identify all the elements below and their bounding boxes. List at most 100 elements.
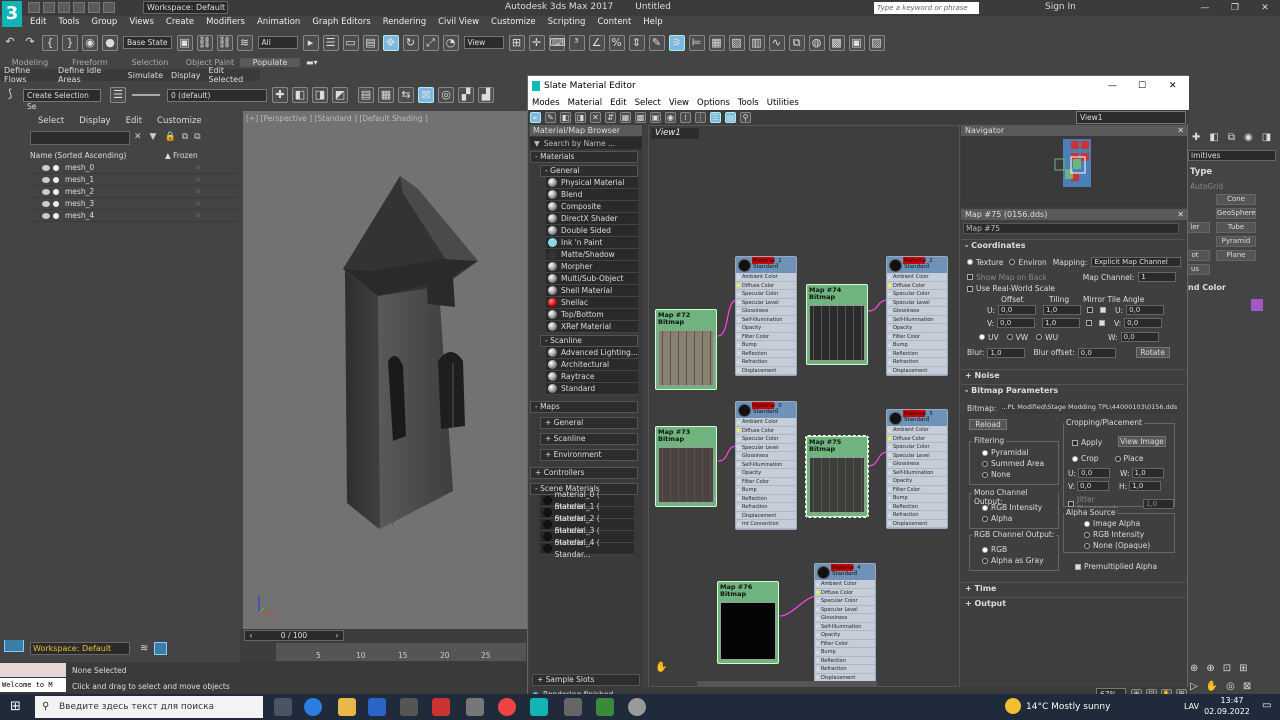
keyboard-shortcut-icon[interactable]: ⌨ [548,34,565,51]
hide-unused-icon[interactable]: ▦ [620,111,631,123]
material-editor-icon[interactable]: ◍ [808,34,825,51]
reload-button[interactable]: Reload [969,419,1007,430]
select-tool-icon[interactable]: ▸ [530,111,541,123]
list-item[interactable]: Advanced Lighting... [546,347,638,359]
table-row[interactable]: mesh_2 ✳ [30,186,238,198]
slate-menu-options[interactable]: Options [693,96,734,110]
slate-menu-edit[interactable]: Edit [606,96,630,110]
material-slot[interactable]: Diffuse Color [887,282,947,290]
weather-icon[interactable] [1005,698,1021,714]
render-setup-icon[interactable]: ▩ [828,34,845,51]
list-item[interactable]: Composite [546,201,638,213]
list-item[interactable]: Top/Bottom [546,309,638,321]
perspective-viewport[interactable] [243,111,527,629]
menu-scripting[interactable]: Scripting [542,16,592,29]
image-alpha-radio[interactable] [1084,520,1090,527]
notifications-icon[interactable]: ▭ [1262,700,1271,711]
slate-minimize-button[interactable]: — [1108,76,1117,96]
params-close-icon[interactable]: ✕ [1177,209,1184,220]
w-angle-spinner[interactable]: 0,0 [1120,332,1159,342]
material-slot[interactable]: Ambient Color [736,418,796,427]
layers-icon[interactable]: ≋ [140,643,148,654]
filter-icon[interactable]: ▼ [150,132,157,142]
show-background-icon[interactable]: ▣ [650,111,661,123]
minimize-button[interactable]: — [1190,0,1220,16]
mapping-dropdown[interactable]: Explicit Map Channel [1091,257,1182,267]
select-by-material-icon[interactable]: ⚲ [740,111,751,123]
rgb-radio[interactable] [982,546,988,553]
list-item[interactable]: material_4 ( Standar... [540,538,634,559]
alpha-radio[interactable] [982,515,988,522]
clock-time[interactable]: 13:47 [1212,696,1252,705]
save-file-icon[interactable] [58,2,70,13]
menu-rendering[interactable]: Rendering [377,16,432,29]
assign-material-icon[interactable]: ◨ [575,111,586,123]
menu-animation[interactable]: Animation [251,16,306,29]
jitter-checkbox[interactable] [1068,501,1074,507]
layout-children-icon[interactable]: ⋮ [695,111,706,123]
material-slot[interactable]: Ambient Color [887,426,947,435]
menu-create[interactable]: Create [160,16,200,29]
slate-close-button[interactable]: ✕ [1169,76,1177,96]
pyramid-button[interactable]: Pyramid [1216,236,1256,247]
slate-maximize-button[interactable]: ☐ [1138,76,1146,96]
material-slot[interactable]: Specular Level [736,444,796,452]
snapshot-icon[interactable]: ◎ [438,87,454,103]
material-slot[interactable]: Displacement [736,512,796,520]
pick-icon[interactable]: ⟆ [2,87,18,103]
navigator-close-icon[interactable]: ✕ [1177,125,1184,136]
freeze-icon[interactable]: ✳ [195,199,201,208]
orbit-icon[interactable]: ◎ [1226,681,1235,692]
layer-manager-icon[interactable]: ☰ [110,87,126,103]
material-slot[interactable]: Refraction [887,358,947,367]
pan-icon[interactable]: ✋ [1206,681,1218,692]
menu-help[interactable]: Help [637,16,668,29]
list-item[interactable]: Double Sided [546,225,638,237]
sample-slots-group[interactable]: + Sample Slots [532,674,640,686]
app-icon-gray[interactable] [466,698,484,716]
layer-dropdown[interactable]: 0 (default) [167,88,267,102]
material-node[interactable]: Material_4 Standard Ambient Color Diffuse C… [814,563,876,683]
material-slot[interactable]: Opacity [887,324,947,333]
motion-tab-icon[interactable]: ◉ [1244,132,1253,143]
bind-space-warp-icon[interactable]: ◉ [82,34,98,51]
plane-button[interactable]: Plane [1216,250,1256,261]
edge-icon[interactable] [304,698,322,716]
layer-list-icon[interactable]: ⧉ [194,132,200,142]
material-slot[interactable]: Diffuse Color [815,589,875,597]
material-slot[interactable]: Specular Level [815,606,875,614]
unlink-icon[interactable]: } [62,34,78,51]
zoom-extents-icon[interactable]: ⊡ [1223,663,1231,674]
map-channel-spinner[interactable]: 1 [1138,272,1177,282]
geosphere-button[interactable]: GeoSphere [1216,208,1256,219]
slate-menu-view[interactable]: View [665,96,693,110]
create-layer-icon[interactable]: ◧ [292,87,308,103]
put-to-scene-icon[interactable]: ◧ [560,111,571,123]
u-tile-checkbox[interactable] [1100,307,1107,313]
table-row[interactable]: mesh_0 ✳ [30,162,238,174]
node-wire[interactable] [779,595,818,617]
slate-menu-modes[interactable]: Modes [528,96,564,110]
project-folder-icon[interactable] [103,2,115,13]
material-node[interactable]: Material_3 Standard Ambient Color Diffuse C… [886,409,948,529]
list-item[interactable]: Physical Material [546,177,638,189]
select-rotate-icon[interactable]: ↻ [402,34,419,51]
rotate-button[interactable]: Rotate [1135,347,1170,358]
material-slot[interactable]: Refraction [887,511,947,520]
u-angle-spinner[interactable]: 0,0 [1126,305,1165,315]
simulate-button[interactable]: Simulate [124,71,167,80]
define-flows-button[interactable]: Define Flows [0,66,54,84]
redo-icon[interactable]: ↷ [22,35,38,51]
material-slot[interactable]: Diffuse Color [887,435,947,443]
eye-icon[interactable] [42,164,50,171]
pick-material-icon[interactable]: ✎ [545,111,556,123]
edit-selected-button[interactable]: Edit Selected [205,66,261,84]
slate-menu-tools[interactable]: Tools [734,96,763,110]
material-slot[interactable]: Bump [736,486,796,495]
mirror-icon[interactable]: ⚞ [668,34,685,51]
material-slot[interactable]: Bump [815,648,875,657]
scene-menu-select[interactable]: Select [38,116,64,126]
named-selection-icon[interactable]: ✎ [648,34,665,51]
eye-icon[interactable] [42,176,50,183]
material-slot[interactable]: Bump [887,494,947,503]
